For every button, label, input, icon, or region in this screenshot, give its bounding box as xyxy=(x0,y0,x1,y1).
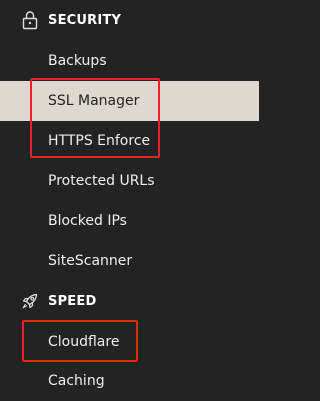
rocket-icon xyxy=(20,291,40,311)
sidebar-item-blocked-ips[interactable]: Blocked IPs xyxy=(0,201,259,241)
sidebar-item-label: SSL Manager xyxy=(48,93,140,109)
sidebar-item-ssl-manager[interactable]: SSL Manager xyxy=(0,81,259,121)
sidebar-item-protected-urls[interactable]: Protected URLs xyxy=(0,161,259,201)
section-title-security: SECURITY xyxy=(48,12,122,28)
sidebar-item-cloudflare[interactable]: Cloudflare xyxy=(0,322,259,362)
lock-icon xyxy=(20,10,40,30)
sidebar-item-label: Backups xyxy=(48,53,107,69)
sidebar: SECURITY Backups SSL Manager HTTPS Enfor… xyxy=(0,0,259,401)
sidebar-item-https-enforce[interactable]: HTTPS Enforce xyxy=(0,121,259,161)
sidebar-item-label: HTTPS Enforce xyxy=(48,133,151,149)
sidebar-item-caching[interactable]: Caching xyxy=(0,361,259,401)
section-header-speed: SPEED xyxy=(0,281,259,321)
sidebar-item-label: SiteScanner xyxy=(48,253,133,269)
sidebar-item-label: Protected URLs xyxy=(48,173,155,189)
section-title-speed: SPEED xyxy=(48,293,97,309)
section-header-security: SECURITY xyxy=(0,0,259,40)
sidebar-item-backups[interactable]: Backups xyxy=(0,41,259,81)
sidebar-item-label: Caching xyxy=(48,373,105,389)
sidebar-item-sitescanner[interactable]: SiteScanner xyxy=(0,241,259,281)
sidebar-item-label: Cloudflare xyxy=(48,334,120,350)
sidebar-item-label: Blocked IPs xyxy=(48,213,127,229)
